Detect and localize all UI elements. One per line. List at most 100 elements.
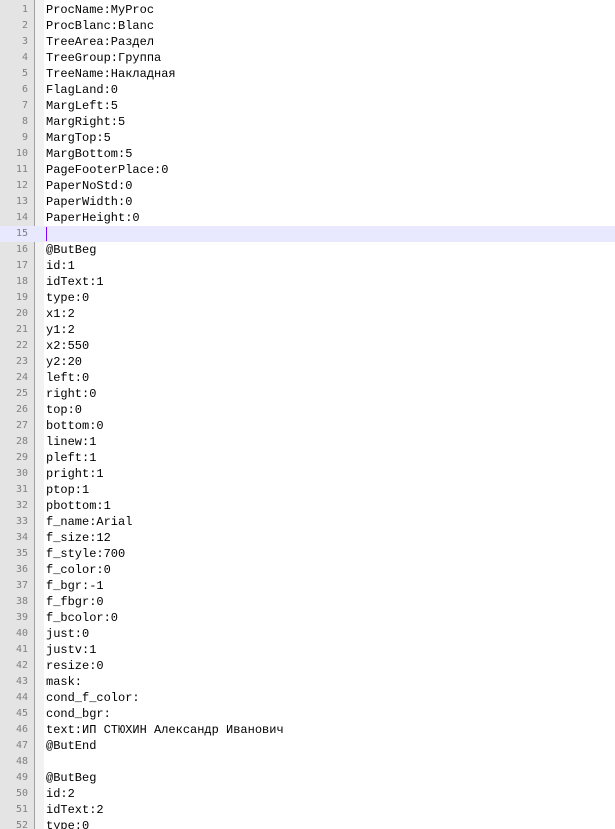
line-text[interactable]: x1:2 [46,306,75,322]
line-text[interactable]: pbottom:1 [46,498,111,514]
code-line[interactable]: 23 y2:20 [0,354,615,370]
line-text[interactable]: linew:1 [46,434,96,450]
line-text[interactable]: f_fbgr:0 [46,594,104,610]
line-text[interactable]: PaperHeight:0 [46,210,140,226]
code-line[interactable]: 6 FlagLand:0 [0,82,615,98]
code-line[interactable]: 14 PaperHeight:0 [0,210,615,226]
line-text[interactable]: ProcBlanc:Blanc [46,18,154,34]
line-text[interactable]: PageFooterPlace:0 [46,162,168,178]
line-text[interactable]: text:ИП СТЮХИН Александр Иванович [46,722,284,738]
line-text[interactable]: ptop:1 [46,482,89,498]
code-line[interactable]: 52 type:0 [0,818,615,829]
code-line[interactable]: 1 ProcName:MyProc [0,2,615,18]
code-line[interactable]: 18 idText:1 [0,274,615,290]
current-line[interactable]: 15 [0,226,615,242]
code-line[interactable]: 28 linew:1 [0,434,615,450]
code-line[interactable]: 44 cond_f_color: [0,690,615,706]
line-text[interactable]: y2:20 [46,354,82,370]
code-line[interactable]: 43 mask: [0,674,615,690]
code-line[interactable]: 51 idText:2 [0,802,615,818]
code-line[interactable]: 48 [0,754,615,770]
line-text[interactable]: MargLeft:5 [46,98,118,114]
code-line[interactable]: 49 @ButBeg [0,770,615,786]
line-text[interactable]: f_bcolor:0 [46,610,118,626]
code-line[interactable]: 2 ProcBlanc:Blanc [0,18,615,34]
line-text[interactable]: @ButBeg [46,770,96,786]
code-line[interactable]: 27 bottom:0 [0,418,615,434]
line-text[interactable]: f_name:Arial [46,514,132,530]
code-line[interactable]: 47 @ButEnd [0,738,615,754]
line-text[interactable]: x2:550 [46,338,89,354]
code-line[interactable]: 17 id:1 [0,258,615,274]
code-line[interactable]: 33 f_name:Arial [0,514,615,530]
text-editor[interactable]: 1 ProcName:MyProc 2 ProcBlanc:Blanc 3 TreeAre… [0,0,615,829]
code-line[interactable]: 45 cond_bgr: [0,706,615,722]
code-line[interactable]: 32 pbottom:1 [0,498,615,514]
line-text[interactable]: @ButBeg [46,242,96,258]
code-line[interactable]: 26 top:0 [0,402,615,418]
line-text[interactable]: bottom:0 [46,418,104,434]
line-text[interactable]: top:0 [46,402,82,418]
line-text[interactable]: id:2 [46,786,75,802]
code-line[interactable]: 25 right:0 [0,386,615,402]
line-text[interactable]: idText:2 [46,802,104,818]
code-lines[interactable]: 1 ProcName:MyProc 2 ProcBlanc:Blanc 3 TreeAre… [0,2,615,829]
line-text[interactable]: type:0 [46,818,89,829]
line-text[interactable]: MargTop:5 [46,130,111,146]
line-text[interactable]: mask: [46,674,82,690]
code-line[interactable]: 38 f_fbgr:0 [0,594,615,610]
code-line[interactable]: 20 x1:2 [0,306,615,322]
code-line[interactable]: 10 MargBottom:5 [0,146,615,162]
line-text[interactable]: cond_f_color: [46,690,140,706]
line-text[interactable]: PaperWidth:0 [46,194,132,210]
line-text[interactable]: ProcName:MyProc [46,2,154,18]
code-line[interactable]: 40 just:0 [0,626,615,642]
code-line[interactable]: 7 MargLeft:5 [0,98,615,114]
code-line[interactable]: 24 left:0 [0,370,615,386]
code-line[interactable]: 37 f_bgr:-1 [0,578,615,594]
line-text[interactable]: pright:1 [46,466,104,482]
line-text[interactable]: f_size:12 [46,530,111,546]
line-text[interactable]: pleft:1 [46,450,96,466]
code-line[interactable]: 46 text:ИП СТЮХИН Александр Иванович [0,722,615,738]
line-text[interactable]: type:0 [46,290,89,306]
line-text[interactable]: id:1 [46,258,75,274]
line-text[interactable]: TreeName:Накладная [46,66,176,82]
code-line[interactable]: 13 PaperWidth:0 [0,194,615,210]
line-text[interactable]: @ButEnd [46,738,96,754]
line-text[interactable]: justv:1 [46,642,96,658]
line-text[interactable]: right:0 [46,386,96,402]
code-line[interactable]: 11 PageFooterPlace:0 [0,162,615,178]
code-line[interactable]: 35 f_style:700 [0,546,615,562]
code-line[interactable]: 22 x2:550 [0,338,615,354]
code-line[interactable]: 42 resize:0 [0,658,615,674]
line-text[interactable]: left:0 [46,370,89,386]
code-line[interactable]: 5 TreeName:Накладная [0,66,615,82]
line-text[interactable]: idText:1 [46,274,104,290]
code-line[interactable]: 50 id:2 [0,786,615,802]
line-text[interactable]: MargRight:5 [46,114,125,130]
line-text[interactable]: f_color:0 [46,562,111,578]
code-line[interactable]: 8 MargRight:5 [0,114,615,130]
line-text[interactable]: TreeGroup:Группа [46,50,161,66]
code-line[interactable]: 34 f_size:12 [0,530,615,546]
code-line[interactable]: 9 MargTop:5 [0,130,615,146]
code-line[interactable]: 31 ptop:1 [0,482,615,498]
line-text[interactable]: PaperNoStd:0 [46,178,132,194]
code-line[interactable]: 39 f_bcolor:0 [0,610,615,626]
line-text[interactable]: MargBottom:5 [46,146,132,162]
code-line[interactable]: 30 pright:1 [0,466,615,482]
line-text[interactable]: resize:0 [46,658,104,674]
line-text[interactable]: f_bgr:-1 [46,578,104,594]
line-text[interactable]: just:0 [46,626,89,642]
code-line[interactable]: 41 justv:1 [0,642,615,658]
line-text[interactable]: f_style:700 [46,546,125,562]
line-text[interactable]: FlagLand:0 [46,82,118,98]
line-text[interactable]: cond_bgr: [46,706,111,722]
code-line[interactable]: 3 TreeArea:Раздел [0,34,615,50]
code-line[interactable]: 12 PaperNoStd:0 [0,178,615,194]
code-line[interactable]: 19 type:0 [0,290,615,306]
code-line[interactable]: 36 f_color:0 [0,562,615,578]
code-line[interactable]: 16 @ButBeg [0,242,615,258]
line-text[interactable]: y1:2 [46,322,75,338]
